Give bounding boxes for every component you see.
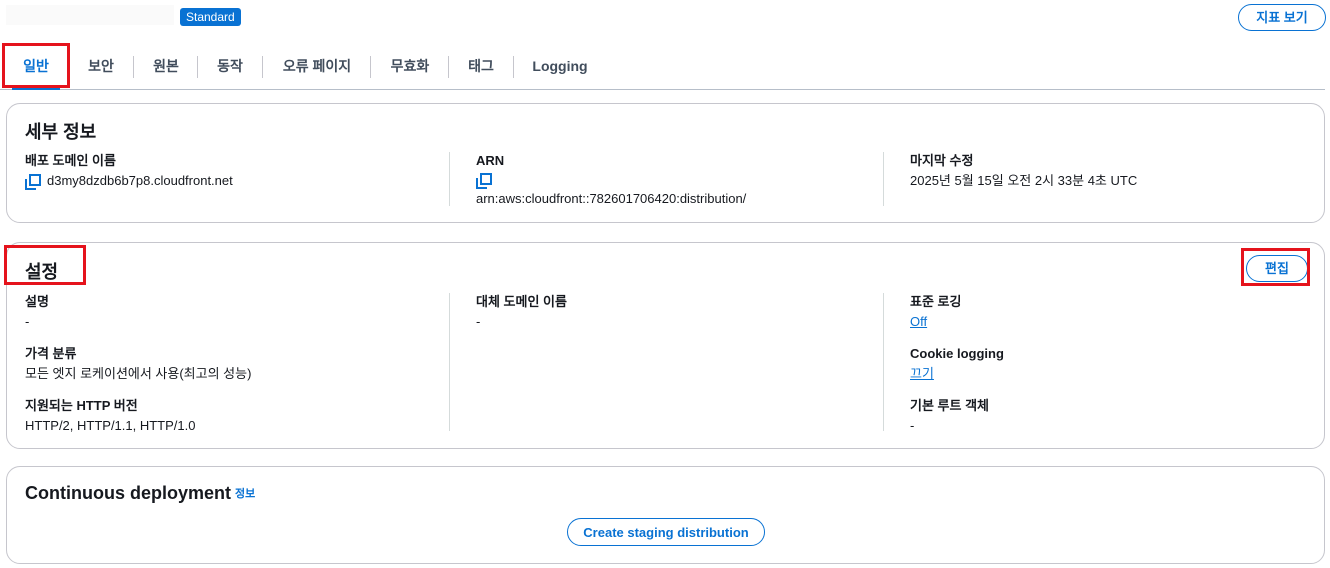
modified-value: 2025년 5월 15일 오전 2시 33분 4초 UTC xyxy=(910,173,1138,188)
tab-divider xyxy=(448,56,449,78)
standard-logging-link[interactable]: Off xyxy=(910,314,927,329)
cookie-logging-link[interactable]: 끄기 xyxy=(910,366,934,381)
standard-badge: Standard xyxy=(180,8,241,26)
arn-label: ARN xyxy=(476,153,505,168)
domain-column: 배포 도메인 이름 d3my8dzdb6b7p8.cloudfront.net xyxy=(25,152,445,190)
tab-logging[interactable]: Logging xyxy=(525,44,595,88)
edit-button[interactable]: 편집 xyxy=(1246,255,1308,282)
view-metrics-button[interactable]: 지표 보기 xyxy=(1238,4,1326,31)
tab-divider xyxy=(370,56,371,78)
tab-general[interactable]: 일반 xyxy=(12,44,60,90)
root-object-label: 기본 루트 객체 xyxy=(910,398,989,413)
continuous-deployment-card: Continuous deployment 정보 Create staging d… xyxy=(6,466,1325,564)
description-label: 설명 xyxy=(25,294,49,309)
domain-row: d3my8dzdb6b7p8.cloudfront.net xyxy=(25,172,445,190)
info-link[interactable]: 정보 xyxy=(235,488,255,500)
domain-label: 배포 도메인 이름 xyxy=(25,153,116,168)
column-divider xyxy=(449,293,450,431)
http-version-value: HTTP/2, HTTP/1.1, HTTP/1.0 xyxy=(25,418,196,433)
settings-card: 설정 편집 설명 - 가격 분류 모든 엣지 로케이션에서 사용(최고의 성능)… xyxy=(6,242,1325,449)
standard-logging-label: 표준 로깅 xyxy=(910,294,962,309)
domain-value: d3my8dzdb6b7p8.cloudfront.net xyxy=(47,173,233,188)
tab-bar: 일반 보안 원본 동작 오류 페이지 무효화 태그 Logging xyxy=(0,44,1325,90)
http-version-label: 지원되는 HTTP 버전 xyxy=(25,398,138,413)
column-divider xyxy=(883,293,884,431)
price-class-label: 가격 분류 xyxy=(25,346,77,361)
alt-domain-value: - xyxy=(476,314,481,329)
arn-copy-row xyxy=(476,172,876,190)
settings-title: 설정 xyxy=(25,262,59,282)
continuous-deployment-title: Continuous deployment 정보 xyxy=(25,483,255,504)
modified-column: 마지막 수정 2025년 5월 15일 오전 2시 33분 4초 UTC xyxy=(910,152,1310,190)
tab-divider xyxy=(133,56,134,78)
modified-label: 마지막 수정 xyxy=(910,153,974,168)
tab-error-pages[interactable]: 오류 페이지 xyxy=(274,44,360,88)
column-divider xyxy=(449,152,450,206)
alt-domain-label: 대체 도메인 이름 xyxy=(476,294,567,309)
root-object-value: - xyxy=(910,418,915,433)
copy-icon[interactable] xyxy=(25,173,41,190)
tab-tags[interactable]: 태그 xyxy=(460,44,502,88)
tab-security[interactable]: 보안 xyxy=(80,44,122,88)
details-card: 세부 정보 배포 도메인 이름 d3my8dzdb6b7p8.cloudfron… xyxy=(6,103,1325,223)
column-divider xyxy=(883,152,884,206)
settings-right-column: 표준 로깅 Off Cookie logging 끄기 기본 루트 객체 - xyxy=(910,293,1310,435)
price-class-value: 모든 엣지 로케이션에서 사용(최고의 성능) xyxy=(25,366,252,381)
top-bar: Standard 지표 보기 xyxy=(0,0,1330,40)
distribution-id-redacted xyxy=(6,5,174,25)
details-title: 세부 정보 xyxy=(25,122,97,142)
cookie-logging-label: Cookie logging xyxy=(910,346,1004,361)
tab-behaviors[interactable]: 동작 xyxy=(209,44,251,88)
tab-origins[interactable]: 원본 xyxy=(145,44,187,88)
tab-divider xyxy=(197,56,198,78)
create-staging-distribution-button[interactable]: Create staging distribution xyxy=(567,518,765,546)
tab-invalidations[interactable]: 무효화 xyxy=(382,44,438,88)
copy-icon[interactable] xyxy=(476,172,492,189)
arn-column: ARN arn:aws:cloudfront::782601706420:dis… xyxy=(476,152,876,208)
settings-left-column: 설명 - 가격 분류 모든 엣지 로케이션에서 사용(최고의 성능) 지원되는 … xyxy=(25,293,445,435)
tab-divider xyxy=(262,56,263,78)
settings-middle-column: 대체 도메인 이름 - xyxy=(476,293,876,331)
continuous-deployment-heading: Continuous deployment xyxy=(25,483,231,503)
description-value: - xyxy=(25,314,30,329)
arn-value: arn:aws:cloudfront::782601706420:distrib… xyxy=(476,191,747,206)
tab-divider xyxy=(513,56,514,78)
